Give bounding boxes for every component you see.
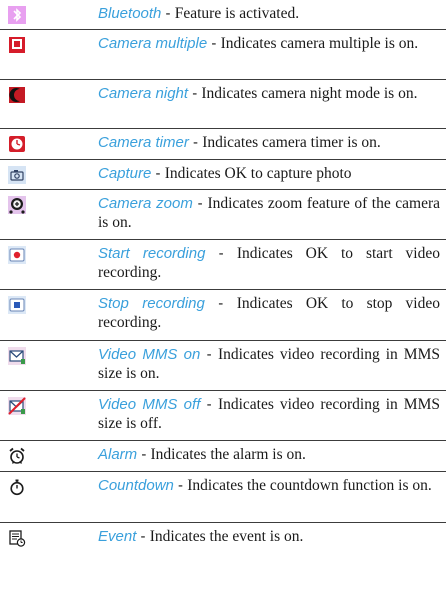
list-item: Capture - Indicates OK to capture photo <box>0 160 446 190</box>
item-desc: Indicates camera multiple is on. <box>220 35 419 52</box>
alarm-icon <box>8 447 26 465</box>
video-mms-off-icon <box>8 397 26 415</box>
item-term: Event <box>98 528 137 545</box>
item-term: Camera timer <box>98 134 189 151</box>
item-desc: Indicates camera timer is on. <box>202 134 381 151</box>
item-desc: Feature is activated. <box>174 5 300 22</box>
list-item: Camera multiple - Indicates camera multi… <box>0 30 446 80</box>
item-term: Video MMS on <box>98 346 201 363</box>
item-text: Camera multiple - Indicates camera multi… <box>98 35 419 52</box>
video-mms-on-icon <box>8 347 26 365</box>
countdown-icon <box>8 478 26 496</box>
item-text: Start recording - Indicates OK to start … <box>98 245 440 281</box>
item-term: Alarm <box>98 446 138 463</box>
item-desc: Indicates the event is on. <box>149 528 304 545</box>
item-term: Bluetooth <box>98 5 162 22</box>
item-term: Video MMS off <box>98 396 201 413</box>
item-text: Event - Indicates the event is on. <box>98 528 304 545</box>
list-item: Camera zoom - Indicates zoom feature of … <box>0 190 446 240</box>
list-item: Camera timer - Indicates camera timer is… <box>0 129 446 160</box>
item-text: Capture - Indicates OK to capture photo <box>98 165 352 182</box>
item-desc: Indicates OK to capture photo <box>164 165 352 182</box>
item-term: Camera multiple <box>98 35 208 52</box>
item-term: Countdown <box>98 477 174 494</box>
item-text: Countdown - Indicates the countdown func… <box>98 477 432 494</box>
stop-recording-icon <box>8 296 26 314</box>
item-text: Camera zoom - Indicates zoom feature of … <box>98 195 440 231</box>
event-icon <box>8 529 26 547</box>
list-item: Start recording - Indicates OK to start … <box>0 240 446 290</box>
item-text: Camera night - Indicates camera night mo… <box>98 85 418 102</box>
item-text: Alarm - Indicates the alarm is on. <box>98 446 306 463</box>
camera-night-icon <box>8 86 26 104</box>
list-item: Alarm - Indicates the alarm is on. <box>0 441 446 472</box>
camera-multiple-icon <box>8 36 26 54</box>
item-term: Camera night <box>98 85 189 102</box>
list-item: Countdown - Indicates the countdown func… <box>0 472 446 523</box>
item-desc: Indicates the alarm is on. <box>150 446 306 463</box>
item-term: Stop recording <box>98 295 205 312</box>
item-term: Start recording <box>98 245 206 262</box>
item-term: Capture <box>98 165 152 182</box>
capture-icon <box>8 166 26 184</box>
list-item: Stop recording - Indicates OK to stop vi… <box>0 290 446 341</box>
item-text: Video MMS off - Indicates video recordin… <box>98 396 440 432</box>
camera-timer-icon <box>8 135 26 153</box>
start-recording-icon <box>8 246 26 264</box>
item-desc: Indicates camera night mode is on. <box>201 85 418 102</box>
item-text: Bluetooth - Feature is activated. <box>98 5 300 22</box>
bluetooth-icon <box>8 6 26 24</box>
item-text: Stop recording - Indicates OK to stop vi… <box>98 295 440 331</box>
list-item: Camera night - Indicates camera night mo… <box>0 80 446 129</box>
list-item: Event - Indicates the event is on. <box>0 523 446 555</box>
list-item: Bluetooth - Feature is activated. <box>0 0 446 30</box>
list-item: Video MMS off - Indicates video recordin… <box>0 391 446 441</box>
item-text: Video MMS on - Indicates video recording… <box>98 346 440 382</box>
item-term: Camera zoom <box>98 195 193 212</box>
list-item: Video MMS on - Indicates video recording… <box>0 341 446 391</box>
camera-zoom-icon <box>8 196 26 214</box>
item-desc: Indicates the countdown function is on. <box>187 477 432 494</box>
item-text: Camera timer - Indicates camera timer is… <box>98 134 381 151</box>
